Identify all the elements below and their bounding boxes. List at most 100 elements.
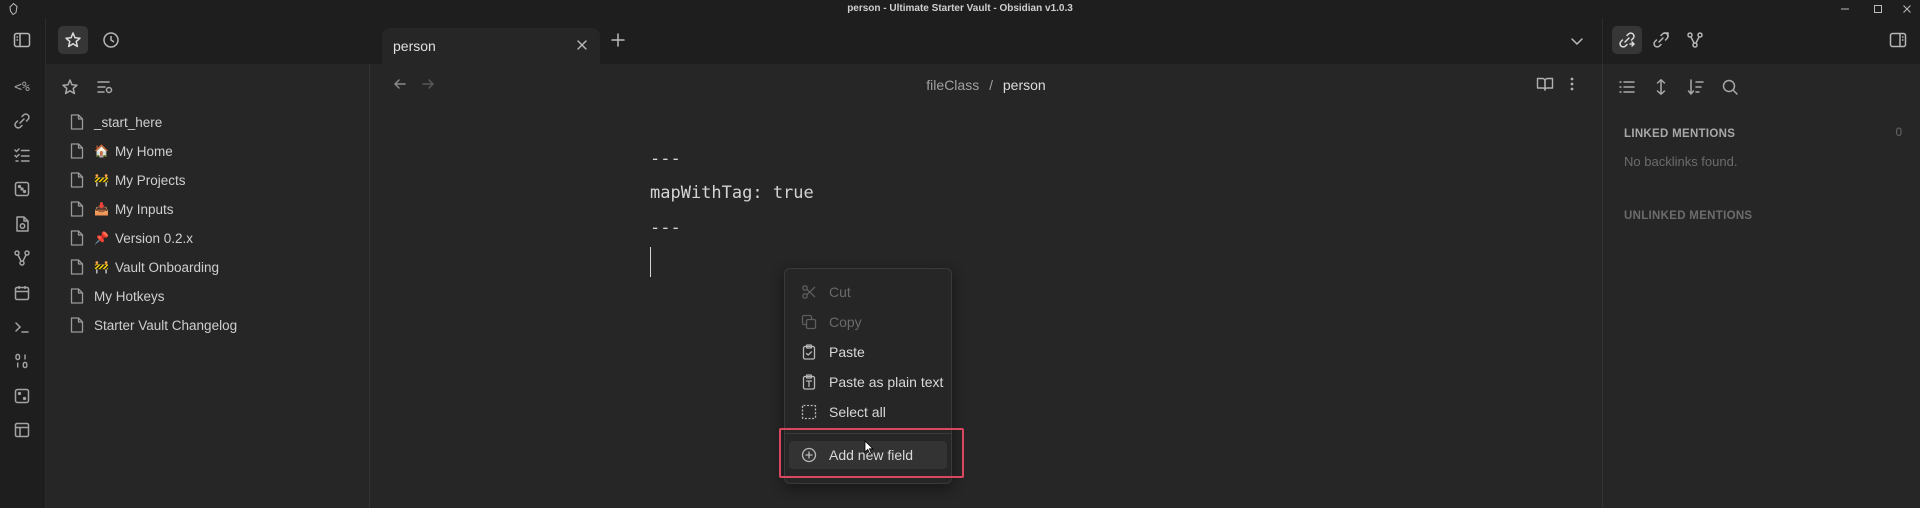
expand-icon[interactable] (1650, 76, 1672, 98)
local-graph-tab-button[interactable] (1680, 26, 1710, 54)
breadcrumb-current[interactable]: person (1003, 77, 1046, 93)
sort-icon[interactable] (1685, 76, 1707, 98)
search-icon[interactable] (1719, 76, 1741, 98)
file-label: My Inputs (114, 201, 174, 217)
menu-item-paste[interactable]: Paste (789, 338, 947, 366)
backlinks-icon (1618, 31, 1636, 49)
templater-icon[interactable]: <% (11, 76, 33, 98)
file-icon (70, 201, 84, 217)
menu-item-select-all[interactable]: Select all (789, 398, 947, 426)
title-bar: person - Ultimate Starter Vault - Obsidi… (0, 0, 1920, 18)
file-item[interactable]: Starter Vault Changelog (70, 314, 237, 336)
file-item[interactable]: My Hotkeys (70, 285, 165, 307)
sidebar-toggle-icon[interactable] (7, 26, 37, 54)
breadcrumb-folder[interactable]: fileClass (926, 77, 979, 93)
chevron-down-icon[interactable] (1570, 34, 1584, 48)
text-cursor (650, 247, 651, 277)
construction-emoji-icon: 🚧 (94, 173, 109, 187)
maximize-icon[interactable] (1871, 2, 1885, 16)
menu-item-label: Paste as plain text (829, 374, 944, 390)
file-item[interactable]: 🚧 My Projects (70, 169, 185, 191)
file-label: My Home (114, 143, 173, 159)
clipboard-text-icon (801, 374, 817, 390)
file-item[interactable]: 📌 Version 0.2.x (70, 227, 193, 249)
graph-fork-icon (1686, 31, 1704, 49)
table-icon[interactable] (11, 419, 33, 441)
file-label: My Hotkeys (94, 288, 165, 304)
no-backlinks-message: No backlinks found. (1624, 154, 1738, 169)
dice-icon[interactable] (11, 178, 33, 200)
breadcrumb-separator: / (989, 77, 993, 93)
editor-pane: fileClass / person --- mapWithTag: true … (370, 64, 1602, 508)
menu-item-label: Select all (829, 404, 886, 420)
minimize-icon[interactable] (1838, 2, 1852, 16)
file-item[interactable]: 🏠 My Home (70, 140, 173, 162)
reading-view-icon[interactable] (1536, 76, 1554, 92)
frontmatter-property[interactable]: mapWithTag: true (650, 183, 814, 203)
outgoing-links-icon (1652, 31, 1670, 49)
outgoing-links-tab-button[interactable] (1646, 26, 1676, 54)
plus-icon[interactable] (610, 32, 626, 48)
starred-tab-button[interactable] (58, 26, 88, 54)
menu-item-paste-plain[interactable]: Paste as plain text (789, 368, 947, 396)
calendar-icon[interactable] (11, 282, 33, 304)
backlinks-tab-button[interactable] (1612, 26, 1642, 54)
ribbon: <% (0, 18, 46, 508)
file-item[interactable]: _start_here (70, 111, 162, 133)
menu-item-label: Paste (829, 344, 865, 360)
tab-label: person (393, 38, 436, 54)
menu-item-cut[interactable]: Cut (789, 278, 947, 306)
file-label: Vault Onboarding (114, 259, 220, 275)
file-icon (70, 288, 84, 304)
pushpin-emoji-icon: 📌 (94, 231, 109, 245)
file-label: Version 0.2.x (114, 230, 193, 246)
mouse-pointer-icon (864, 440, 874, 455)
graph-icon[interactable] (11, 247, 33, 269)
file-plus-icon[interactable] (11, 213, 33, 235)
close-window-icon[interactable] (1900, 2, 1914, 16)
more-options-icon[interactable] (1566, 76, 1578, 92)
file-item[interactable]: 📥 My Inputs (70, 198, 173, 220)
backlinks-panel: LINKED MENTIONS 0 No backlinks found. UN… (1602, 64, 1920, 508)
frontmatter-delimiter[interactable]: --- (650, 149, 681, 169)
right-sidebar-toggle-icon[interactable] (1883, 26, 1913, 54)
close-icon[interactable] (574, 37, 590, 53)
recent-files-button[interactable] (96, 26, 126, 54)
tab-bar: person (370, 18, 1602, 64)
file-item[interactable]: 🚧 Vault Onboarding (70, 256, 219, 278)
list-icon[interactable] (1616, 76, 1638, 98)
menu-item-copy[interactable]: Copy (789, 308, 947, 336)
terminal-icon[interactable] (11, 316, 33, 338)
select-all-icon (801, 404, 817, 420)
tasks-icon[interactable] (11, 144, 33, 166)
tab-person[interactable]: person (382, 28, 600, 64)
inbox-emoji-icon: 📥 (94, 202, 109, 216)
star-icon[interactable] (59, 76, 81, 98)
linked-mentions-heading[interactable]: LINKED MENTIONS (1624, 128, 1735, 140)
left-sidebar-header (13, 18, 370, 64)
menu-item-label: Cut (829, 284, 851, 300)
templater-glyph: <% (14, 79, 30, 95)
frontmatter-delimiter[interactable]: --- (650, 218, 681, 238)
file-label: Starter Vault Changelog (94, 317, 238, 333)
scissors-icon (801, 284, 817, 300)
file-icon (70, 259, 84, 275)
dice-alt-icon[interactable] (11, 385, 33, 407)
random-link-icon[interactable] (11, 110, 33, 132)
window-title: person - Ultimate Starter Vault - Obsidi… (847, 3, 1073, 14)
binary-icon[interactable] (11, 350, 33, 372)
list-settings-icon[interactable] (94, 76, 116, 98)
clipboard-icon (801, 344, 817, 360)
file-icon (70, 230, 84, 246)
linked-mentions-count: 0 (1895, 127, 1902, 139)
file-icon (70, 172, 84, 188)
breadcrumb: fileClass / person (370, 77, 1602, 93)
unlinked-mentions-heading[interactable]: UNLINKED MENTIONS (1624, 210, 1752, 222)
home-emoji-icon: 🏠 (94, 144, 109, 158)
clock-icon (102, 31, 120, 49)
file-icon (70, 317, 84, 333)
file-label: _start_here (94, 114, 163, 130)
menu-item-label: Copy (829, 314, 862, 330)
right-sidebar-header (1602, 18, 1920, 64)
construction-emoji-icon: 🚧 (94, 260, 109, 274)
